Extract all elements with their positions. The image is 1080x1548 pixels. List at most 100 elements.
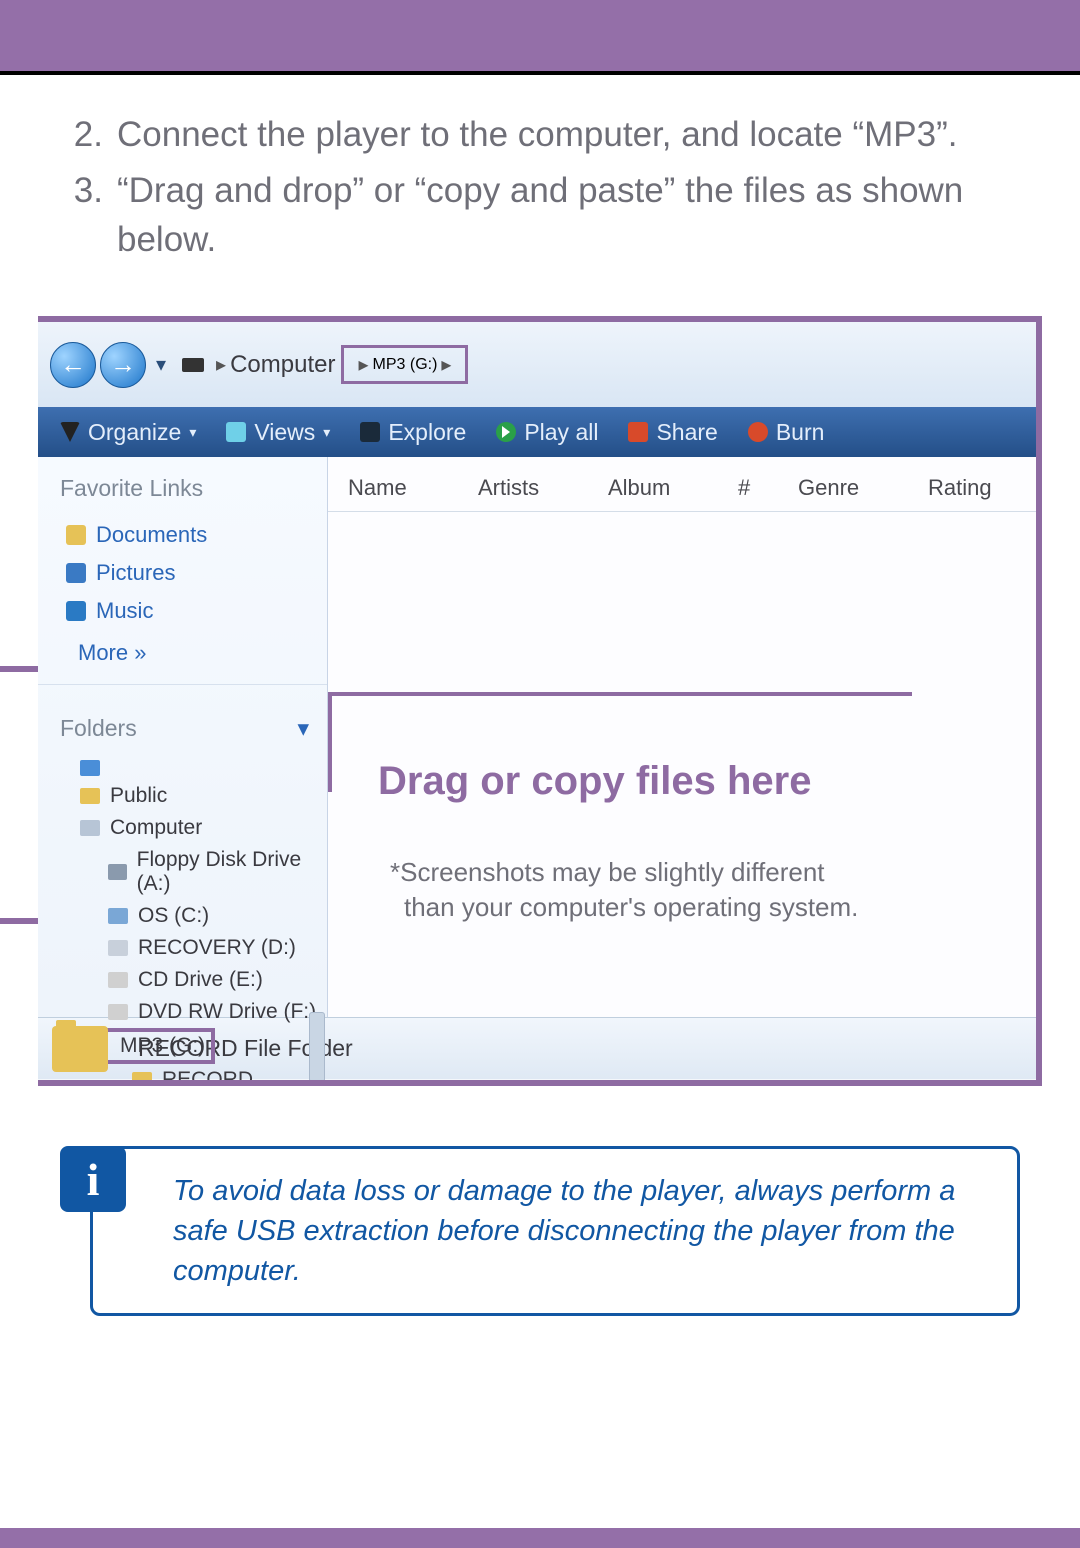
instruction-item: 3. “Drag and drop” or “copy and paste” t… bbox=[55, 166, 1025, 265]
tree-label: CD Drive (E:) bbox=[138, 968, 263, 992]
views-menu[interactable]: Views ▾ bbox=[226, 419, 330, 446]
breadcrumb-root[interactable]: ▸ Computer bbox=[176, 349, 341, 381]
tree-label: MP3 (G:) bbox=[120, 1034, 205, 1058]
col-track[interactable]: # bbox=[738, 475, 798, 501]
col-album[interactable]: Album bbox=[608, 475, 738, 501]
cd-icon bbox=[108, 972, 128, 988]
toolbar-label: Share bbox=[656, 419, 717, 446]
organize-icon bbox=[60, 422, 80, 442]
instruction-item: 2. Connect the player to the computer, a… bbox=[55, 110, 1025, 160]
tree-label: Public bbox=[110, 784, 167, 808]
tree-label: Computer bbox=[110, 816, 202, 840]
dvd-icon bbox=[108, 1004, 128, 1020]
favorite-label: Music bbox=[96, 598, 153, 624]
info-icon: i bbox=[60, 1146, 126, 1212]
favorite-label: Pictures bbox=[96, 560, 175, 586]
tree-computer[interactable]: Computer bbox=[60, 812, 327, 844]
back-button[interactable]: ← bbox=[50, 342, 96, 388]
favorite-label: Documents bbox=[96, 522, 207, 548]
favorite-music[interactable]: Music bbox=[38, 592, 327, 630]
instruction-text: Connect the player to the computer, and … bbox=[117, 110, 1025, 160]
instruction-number: 3. bbox=[55, 166, 117, 265]
instruction-number: 2. bbox=[55, 110, 117, 160]
explore-button[interactable]: Explore bbox=[360, 419, 466, 446]
breadcrumb-label: Computer bbox=[230, 351, 335, 379]
favorite-pictures[interactable]: Pictures bbox=[38, 554, 327, 592]
favorites-more[interactable]: More » bbox=[38, 630, 327, 666]
col-artists[interactable]: Artists bbox=[478, 475, 608, 501]
burn-button[interactable]: Burn bbox=[748, 419, 825, 446]
callout-connector bbox=[0, 666, 38, 672]
computer-icon bbox=[80, 820, 100, 836]
tree-floppy[interactable]: Floppy Disk Drive (A:) bbox=[60, 844, 327, 900]
header-band bbox=[0, 0, 1080, 75]
views-icon bbox=[226, 422, 246, 442]
toolbar-label: Organize bbox=[88, 419, 181, 446]
tree-os[interactable]: OS (C:) bbox=[60, 900, 327, 932]
favorites-header: Favorite Links bbox=[38, 457, 327, 516]
share-icon bbox=[628, 422, 648, 442]
tree-dvd[interactable]: DVD RW Drive (F:) bbox=[60, 996, 327, 1028]
tree-desktop[interactable] bbox=[60, 756, 327, 780]
nav-history-dropdown[interactable]: ▾ bbox=[156, 352, 166, 377]
tree-recovery[interactable]: RECOVERY (D:) bbox=[60, 932, 327, 964]
screenshot-footnote: *Screenshots may be slightly different t… bbox=[390, 855, 858, 925]
toolbar-label: Burn bbox=[776, 419, 825, 446]
tree-label: DVD RW Drive (F:) bbox=[138, 1000, 316, 1024]
tree-public[interactable]: Public bbox=[60, 780, 327, 812]
folders-header[interactable]: Folders ▾ bbox=[38, 684, 327, 752]
scrollbar-thumb[interactable] bbox=[309, 1012, 325, 1082]
tree-cd[interactable]: CD Drive (E:) bbox=[60, 964, 327, 996]
instruction-list: 2. Connect the player to the computer, a… bbox=[0, 75, 1080, 291]
pictures-icon bbox=[66, 563, 86, 583]
tree-label: RECORD bbox=[162, 1068, 253, 1086]
toolbar-label: Explore bbox=[388, 419, 466, 446]
tree-label: Floppy Disk Drive (A:) bbox=[137, 848, 327, 896]
info-text: To avoid data loss or damage to the play… bbox=[90, 1146, 1020, 1316]
forward-button[interactable]: → bbox=[100, 342, 146, 388]
folder-icon bbox=[52, 1026, 108, 1072]
info-box: i To avoid data loss or damage to the pl… bbox=[60, 1146, 1020, 1316]
callout-text: Drag or copy files here bbox=[378, 759, 811, 804]
explore-icon bbox=[360, 422, 380, 442]
play-icon bbox=[496, 422, 516, 442]
folders-label: Folders bbox=[60, 715, 137, 742]
title-bar: ← → ▾ ▸ Computer ▸ MP3 (G:) ▸ bbox=[38, 322, 1036, 407]
explorer-body: Favorite Links Documents Pictures Music … bbox=[38, 457, 1036, 1017]
footer-band bbox=[0, 1528, 1080, 1548]
column-headers: Name Artists Album # Genre Rating bbox=[328, 457, 1036, 512]
footnote-line: *Screenshots may be slightly different bbox=[390, 855, 858, 890]
chevron-down-icon: ▾ bbox=[297, 715, 309, 742]
documents-icon bbox=[66, 525, 86, 545]
playall-button[interactable]: Play all bbox=[496, 419, 598, 446]
favorite-documents[interactable]: Documents bbox=[38, 516, 327, 554]
tree-mp3[interactable]: MP3 (G:) bbox=[102, 1028, 215, 1064]
folder-icon bbox=[132, 1072, 152, 1086]
organize-menu[interactable]: Organize ▾ bbox=[60, 419, 196, 446]
chevron-right-icon: ▸ bbox=[441, 352, 451, 377]
toolbar-label: Views bbox=[254, 419, 315, 446]
floppy-icon bbox=[108, 864, 127, 880]
col-rating[interactable]: Rating bbox=[928, 475, 1018, 501]
folder-icon bbox=[80, 788, 100, 804]
breadcrumb-label: MP3 (G:) bbox=[373, 356, 438, 374]
share-button[interactable]: Share bbox=[628, 419, 717, 446]
col-name[interactable]: Name bbox=[348, 475, 478, 501]
desktop-icon bbox=[80, 760, 100, 776]
tree-label: OS (C:) bbox=[138, 904, 209, 928]
footnote-line: than your computer's operating system. bbox=[390, 890, 858, 925]
chevron-right-icon: ▸ bbox=[358, 352, 368, 377]
drive-icon bbox=[108, 940, 128, 956]
dropdown-icon: ▾ bbox=[323, 424, 330, 441]
drive-icon bbox=[182, 358, 204, 372]
file-list-area[interactable]: Name Artists Album # Genre Rating Drag o… bbox=[328, 457, 1036, 1017]
dropdown-icon: ▾ bbox=[189, 424, 196, 441]
tree-label: RECOVERY (D:) bbox=[138, 936, 296, 960]
toolbar-label: Play all bbox=[524, 419, 598, 446]
toolbar: Organize ▾ Views ▾ Explore Play all Shar… bbox=[38, 407, 1036, 457]
drive-icon bbox=[108, 908, 128, 924]
explorer-window: ← → ▾ ▸ Computer ▸ MP3 (G:) ▸ Organize ▾… bbox=[38, 316, 1042, 1086]
col-genre[interactable]: Genre bbox=[798, 475, 928, 501]
breadcrumb-current[interactable]: ▸ MP3 (G:) ▸ bbox=[341, 345, 468, 384]
instruction-text: “Drag and drop” or “copy and paste” the … bbox=[117, 166, 1025, 265]
